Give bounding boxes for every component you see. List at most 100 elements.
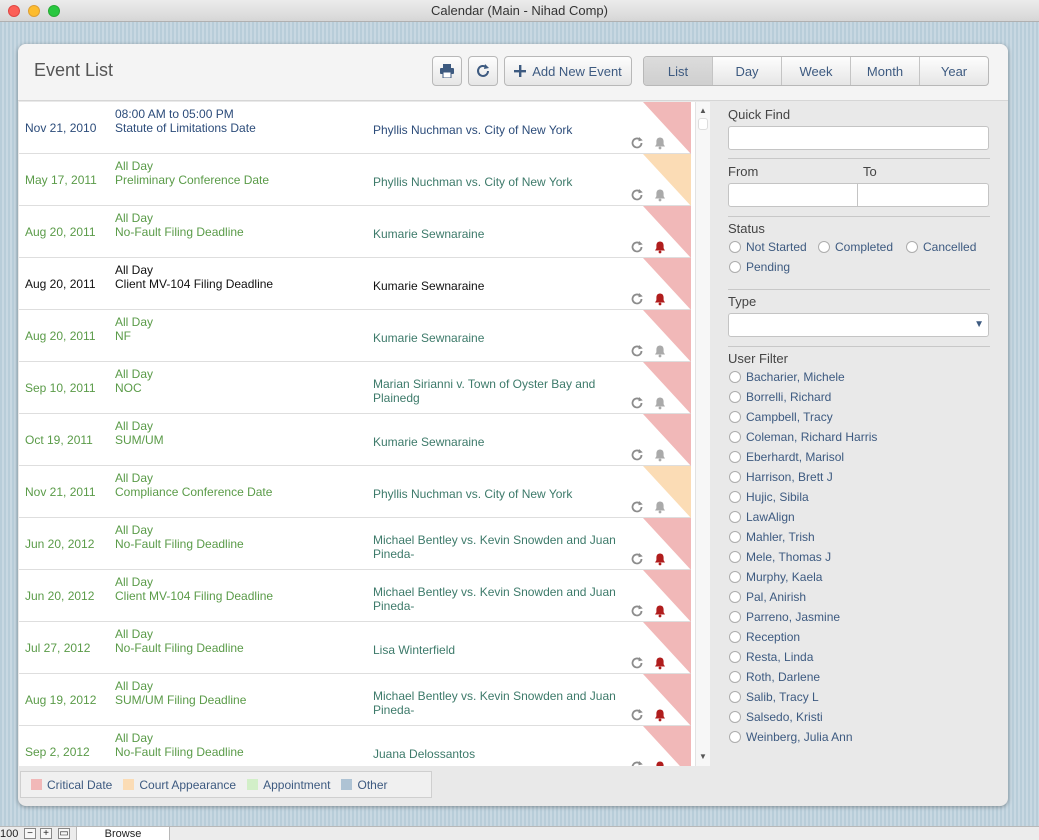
event-list-scrollbar[interactable]: ▲ ▼ [695,102,710,766]
user-filter-radio[interactable]: Bacharier, Michele [729,370,845,384]
repeat-icon[interactable] [630,708,644,722]
radio-circle[interactable] [729,391,741,403]
radio-circle[interactable] [818,241,830,253]
repeat-icon[interactable] [630,240,644,254]
user-filter-radio[interactable]: Eberhardt, Marisol [729,450,844,464]
user-filter-radio[interactable]: Parreno, Jasmine [729,610,840,624]
status-pending-radio[interactable]: Pending [729,260,790,274]
type-select[interactable]: ▼ [728,313,989,337]
alarm-bell-icon[interactable] [653,656,667,670]
radio-circle[interactable] [729,591,741,603]
user-filter-radio[interactable]: LawAlign [729,510,795,524]
alarm-bell-icon[interactable] [653,448,667,462]
event-row[interactable]: Nov 21, 2011 All Day Compliance Conference… [19,466,691,518]
user-filter-radio[interactable]: Pal, Anirish [729,590,806,604]
status-not-started-radio[interactable]: Not Started [729,240,807,254]
tab-list[interactable]: List [644,57,713,85]
user-filter-radio[interactable]: Reception [729,630,800,644]
user-filter-radio[interactable]: Harrison, Brett J [729,470,833,484]
repeat-icon[interactable] [630,136,644,150]
radio-circle[interactable] [729,431,741,443]
status-cancelled-radio[interactable]: Cancelled [906,240,976,254]
radio-circle[interactable] [729,611,741,623]
alarm-bell-icon[interactable] [653,604,667,618]
user-filter-radio[interactable]: Mahler, Trish [729,530,815,544]
alarm-bell-icon[interactable] [653,344,667,358]
repeat-icon[interactable] [630,188,644,202]
radio-circle[interactable] [729,691,741,703]
alarm-bell-icon[interactable] [653,136,667,150]
to-date-input[interactable] [857,183,989,207]
user-filter-radio[interactable]: Hujic, Sibila [729,490,809,504]
repeat-icon[interactable] [630,552,644,566]
event-row[interactable]: Aug 19, 2012 All Day SUM/UM Filing Deadlin… [19,674,691,726]
repeat-icon[interactable] [630,448,644,462]
zoom-out-button[interactable]: − [24,828,36,839]
alarm-bell-icon[interactable] [653,552,667,566]
radio-circle[interactable] [729,451,741,463]
event-row[interactable]: Jun 20, 2012 All Day No-Fault Filing Deadl… [19,518,691,570]
window-zoom-button[interactable] [48,5,60,17]
tab-month[interactable]: Month [851,57,920,85]
radio-circle[interactable] [729,491,741,503]
event-row[interactable]: Aug 20, 2011 All Day Client MV-104 Filing … [19,258,691,310]
radio-circle[interactable] [729,531,741,543]
repeat-icon[interactable] [630,344,644,358]
tab-year[interactable]: Year [920,57,988,85]
radio-circle[interactable] [729,711,741,723]
repeat-icon[interactable] [630,604,644,618]
print-button[interactable] [432,56,462,86]
event-row[interactable]: Jun 20, 2012 All Day Client MV-104 Filing … [19,570,691,622]
scroll-down-arrow-icon[interactable]: ▼ [696,750,710,764]
radio-circle[interactable] [906,241,918,253]
scroll-thumb[interactable] [698,118,708,130]
radio-circle[interactable] [729,551,741,563]
radio-circle[interactable] [729,651,741,663]
radio-circle[interactable] [729,241,741,253]
user-filter-radio[interactable]: Salsedo, Kristi [729,710,823,724]
radio-circle[interactable] [729,731,741,743]
alarm-bell-icon[interactable] [653,240,667,254]
event-row[interactable]: May 17, 2011 All Day Preliminary Conferenc… [19,154,691,206]
event-row[interactable]: Oct 19, 2011 All Day SUM/UM Kumarie Sewnara… [19,414,691,466]
from-date-input[interactable] [728,183,858,207]
user-filter-radio[interactable]: Murphy, Kaela [729,570,822,584]
window-close-button[interactable] [8,5,20,17]
quick-find-input[interactable] [728,126,989,150]
repeat-icon[interactable] [630,292,644,306]
window-minimize-button[interactable] [28,5,40,17]
radio-circle[interactable] [729,411,741,423]
user-filter-radio[interactable]: Weinberg, Julia Ann [729,730,853,744]
status-completed-radio[interactable]: Completed [818,240,893,254]
radio-circle[interactable] [729,471,741,483]
radio-circle[interactable] [729,261,741,273]
radio-circle[interactable] [729,571,741,583]
event-row[interactable]: Jul 27, 2012 All Day No-Fault Filing Deadl… [19,622,691,674]
repeat-icon[interactable] [630,760,644,766]
scroll-up-arrow-icon[interactable]: ▲ [696,104,710,118]
user-filter-radio[interactable]: Salib, Tracy L [729,690,819,704]
alarm-bell-icon[interactable] [653,500,667,514]
user-filter-radio[interactable]: Mele, Thomas J [729,550,831,564]
alarm-bell-icon[interactable] [653,292,667,306]
user-filter-radio[interactable]: Campbell, Tracy [729,410,833,424]
user-filter-radio[interactable]: Resta, Linda [729,650,813,664]
tab-day[interactable]: Day [713,57,782,85]
repeat-icon[interactable] [630,500,644,514]
event-row[interactable]: Sep 10, 2011 All Day NOC Marian Sirianni v.… [19,362,691,414]
alarm-bell-icon[interactable] [653,760,667,766]
user-filter-radio[interactable]: Coleman, Richard Harris [729,430,877,444]
repeat-icon[interactable] [630,396,644,410]
user-filter-radio[interactable]: Roth, Darlene [729,670,820,684]
toolbar-toggle-icon[interactable]: ▭ [58,828,70,839]
event-row[interactable]: Aug 20, 2011 All Day NF Kumarie Sewnaraine [19,310,691,362]
refresh-button[interactable] [468,56,498,86]
radio-circle[interactable] [729,671,741,683]
event-row[interactable]: Sep 2, 2012 All Day No-Fault Filing Deadli… [19,726,691,766]
zoom-in-button[interactable]: + [40,828,52,839]
event-row[interactable]: Aug 20, 2011 All Day No-Fault Filing Deadl… [19,206,691,258]
alarm-bell-icon[interactable] [653,708,667,722]
repeat-icon[interactable] [630,656,644,670]
radio-circle[interactable] [729,511,741,523]
add-new-event-button[interactable]: Add New Event [504,56,632,86]
